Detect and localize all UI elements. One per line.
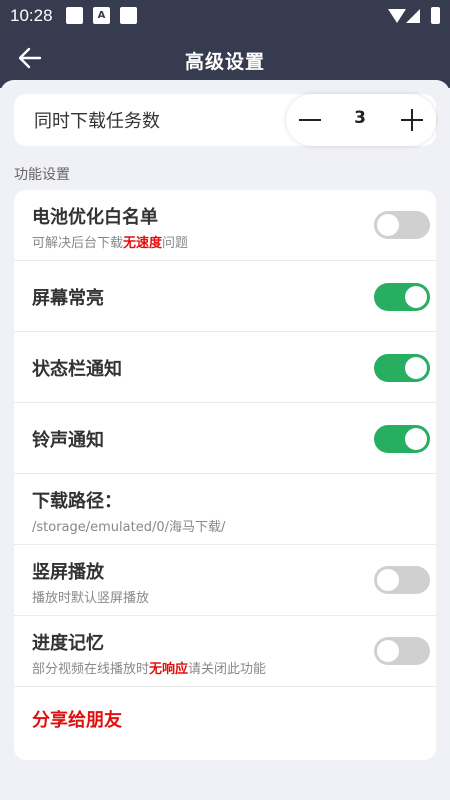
page-title: 高级设置 xyxy=(184,51,265,73)
ringtone-notification-toggle[interactable] xyxy=(374,425,430,453)
download-tasks-card: 同时下载任务数 3 xyxy=(14,94,436,146)
download-tasks-label: 同时下载任务数 xyxy=(34,111,160,132)
setting-statusbar-notification[interactable]: 状态栏通知 xyxy=(14,332,436,403)
status-time: 10:28 xyxy=(10,6,53,25)
signal-icon xyxy=(406,9,420,23)
keep-screen-on-toggle[interactable] xyxy=(374,283,430,311)
battery-icon xyxy=(431,7,440,24)
setting-title: 进度记忆 xyxy=(32,633,104,654)
setting-title: 电池优化白名单 xyxy=(32,207,158,228)
setting-subtitle: 部分视频在线播放时无响应请关闭此功能 xyxy=(32,662,267,677)
battery-whitelist-toggle[interactable] xyxy=(374,211,430,239)
setting-title: 竖屏播放 xyxy=(32,562,104,583)
setting-keep-screen-on[interactable]: 屏幕常亮 xyxy=(14,261,436,332)
setting-battery-whitelist[interactable]: 电池优化白名单 可解决后台下载无速度问题 xyxy=(14,190,436,261)
notification-icon xyxy=(120,7,137,24)
setting-progress-memory[interactable]: 进度记忆 部分视频在线播放时无响应请关闭此功能 xyxy=(14,616,436,687)
share-row[interactable]: 分享给朋友 xyxy=(14,687,436,758)
statusbar-notification-toggle[interactable] xyxy=(374,354,430,382)
download-path-value: /storage/emulated/0/海马下载/ xyxy=(32,520,226,535)
portrait-play-toggle[interactable] xyxy=(374,566,430,594)
setting-title: 屏幕常亮 xyxy=(32,288,104,309)
section-title: 功能设置 xyxy=(14,167,70,183)
setting-subtitle: 可解决后台下载无速度问题 xyxy=(32,236,189,251)
setting-title: 铃声通知 xyxy=(32,430,104,451)
minus-icon[interactable] xyxy=(298,98,324,142)
download-tasks-value: 3 xyxy=(354,108,366,128)
settings-card: 电池优化白名单 可解决后台下载无速度问题 屏幕常亮 状态栏通知 铃声通知 下载路… xyxy=(14,190,436,760)
status-bar: 10:28 A xyxy=(0,0,450,32)
progress-memory-toggle[interactable] xyxy=(374,637,430,665)
setting-title: 下载路径： xyxy=(32,491,122,512)
notification-icon xyxy=(66,7,83,24)
content-sheet: 同时下载任务数 3 功能设置 电池优化白名单 可解决后台下载无速度问题 屏幕常亮… xyxy=(0,80,450,800)
wifi-icon xyxy=(388,9,406,23)
setting-subtitle: 播放时默认竖屏播放 xyxy=(32,591,150,606)
share-button[interactable]: 分享给朋友 xyxy=(32,706,122,732)
a-notification-icon: A xyxy=(93,7,110,24)
download-tasks-stepper: 3 xyxy=(286,94,436,146)
setting-download-path[interactable]: 下载路径： /storage/emulated/0/海马下载/ xyxy=(14,474,436,545)
setting-title: 状态栏通知 xyxy=(32,359,122,380)
setting-portrait-play[interactable]: 竖屏播放 播放时默认竖屏播放 xyxy=(14,545,436,616)
setting-ringtone-notification[interactable]: 铃声通知 xyxy=(14,403,436,474)
plus-icon[interactable] xyxy=(400,98,426,142)
